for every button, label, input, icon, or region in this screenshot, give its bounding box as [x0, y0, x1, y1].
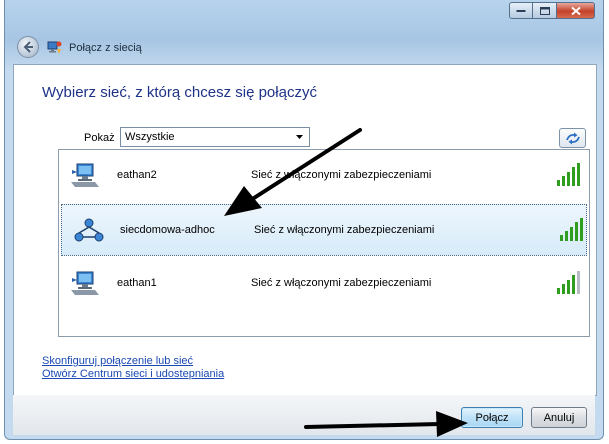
- signal-strength-icon: [560, 218, 583, 241]
- main-content: Wybierz sieć, z którą chcesz się połączy…: [13, 64, 597, 396]
- refresh-button[interactable]: [559, 128, 586, 148]
- minimize-icon: [516, 9, 526, 12]
- network-security: Sieć z włączonymi zabezpieczeniami: [254, 224, 435, 236]
- filter-label: Pokaż: [84, 132, 115, 144]
- page-heading: Wybierz sieć, z którą chcesz się połączy…: [42, 84, 317, 101]
- network-name: eathan2: [117, 169, 157, 181]
- wireless-network-icon: [71, 163, 99, 187]
- maximize-icon: [539, 6, 550, 15]
- adhoc-network-icon: [74, 218, 104, 242]
- title-bar: Połącz z siecią: [5, 0, 603, 64]
- back-button[interactable]: [17, 36, 39, 58]
- maximize-button[interactable]: [533, 2, 557, 19]
- close-icon: [570, 6, 581, 15]
- network-row-eathan1[interactable]: eathan1 Sieć z włączonymi zabezpieczenia…: [59, 258, 589, 310]
- minimize-button[interactable]: [509, 2, 533, 19]
- window-title: Połącz z siecią: [69, 42, 142, 54]
- signal-strength-icon: [557, 271, 580, 294]
- back-arrow-icon: [23, 41, 33, 53]
- dialog-footer: Połącz Anuluj: [13, 395, 595, 435]
- network-center-link[interactable]: Otwórz Centrum sieci i udostepniania: [42, 368, 224, 381]
- network-row-eathan2[interactable]: eathan2 Sieć z włączonymi zabezpieczenia…: [59, 150, 589, 202]
- connect-button[interactable]: Połącz: [461, 407, 523, 428]
- refresh-icon: [566, 132, 580, 145]
- network-connect-icon: [47, 41, 62, 54]
- close-button[interactable]: [557, 2, 595, 19]
- wireless-network-icon: [71, 271, 99, 295]
- network-security: Sieć z włączonymi zabezpieczeniami: [251, 277, 432, 289]
- chevron-down-icon: [296, 135, 303, 139]
- network-filter-select[interactable]: Wszystkie: [120, 127, 310, 147]
- network-row-siecdomowa-adhoc[interactable]: siecdomowa-adhoc Sieć z włączonymi zabez…: [61, 204, 587, 256]
- network-security: Sieć z włączonymi zabezpieczeniami: [251, 169, 432, 181]
- link-group: Skonfiguruj połączenie lub sieć Otwórz C…: [42, 355, 224, 381]
- setup-connection-link[interactable]: Skonfiguruj połączenie lub sieć: [42, 355, 224, 368]
- window-controls: [509, 2, 595, 20]
- signal-strength-icon: [557, 163, 580, 186]
- network-list: eathan2 Sieć z włączonymi zabezpieczenia…: [58, 149, 590, 337]
- cancel-button[interactable]: Anuluj: [531, 407, 587, 428]
- network-name: eathan1: [117, 277, 157, 289]
- connect-dialog: Połącz z siecią Wybierz sieć, z którą ch…: [4, 0, 604, 440]
- network-name: siecdomowa-adhoc: [120, 224, 215, 236]
- filter-value: Wszystkie: [125, 131, 175, 143]
